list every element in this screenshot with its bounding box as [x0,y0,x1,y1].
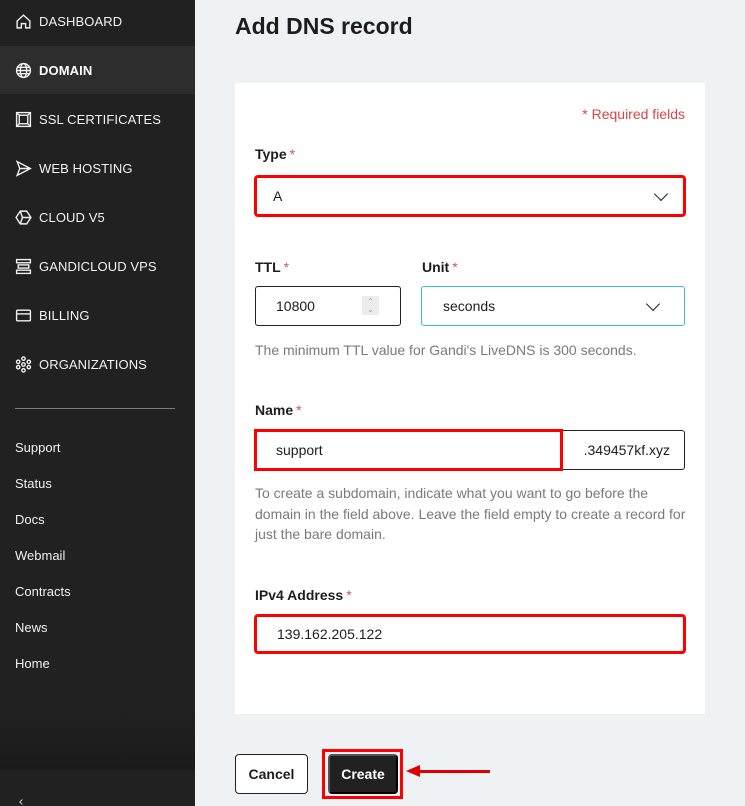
server-stack-icon [15,258,32,275]
sidebar-item-billing[interactable]: BILLING [0,291,195,339]
ipv4-input-value: 139.162.205.122 [277,626,383,642]
ttl-input-value: 10800 [276,298,315,314]
ttl-hint: The minimum TTL value for Gandi's LiveDN… [255,342,637,358]
sidebar-item-label: CLOUD V5 [39,209,105,225]
ttl-label: TTL * [255,259,290,275]
type-select[interactable]: A [254,175,686,217]
name-input[interactable]: support [254,429,563,471]
chevron-down-icon[interactable]: ⌄ [367,305,374,314]
chevron-down-icon [653,186,669,202]
arrow-pointer-line [418,770,490,773]
dns-record-form: * Required fields Type * A TTL * 10800 ⌃ ⌄ … [235,83,705,714]
credit-card-icon [15,307,32,324]
sidebar-item-label: GANDICLOUD VPS [39,258,157,274]
sidebar-item-web-hosting[interactable]: WEB HOSTING [0,144,195,192]
paper-plane-icon [15,159,32,177]
organization-icon [15,355,32,373]
type-select-value: A [273,188,283,204]
name-label: Name * [255,402,302,418]
chevron-down-icon [645,296,661,312]
sidebar-divider [15,408,175,409]
name-field-group: support .349457kf.xyz [254,429,685,471]
sidebar-footer-fade [0,710,195,770]
sidebar-item-label: DASHBOARD [39,13,123,29]
sidebar-link-news[interactable]: News [15,620,48,635]
page-title: Add DNS record [235,13,413,39]
sidebar-item-gandicloud-vps[interactable]: GANDICLOUD VPS [0,242,195,290]
ttl-stepper[interactable]: ⌃ ⌄ [362,296,379,315]
sidebar-item-label: ORGANIZATIONS [39,356,147,372]
cancel-button[interactable]: Cancel [235,754,308,794]
sidebar-item-organizations[interactable]: ORGANIZATIONS [0,340,195,388]
sidebar-item-label: DOMAIN [39,62,93,78]
ipv4-label: IPv4 Address * [255,587,352,603]
domain-suffix: .349457kf.xyz [583,442,670,458]
unit-select[interactable]: seconds [421,286,685,326]
sidebar-link-support[interactable]: Support [15,440,61,455]
sidebar-item-cloud-v5[interactable]: CLOUD V5 [0,193,195,241]
type-label: Type * [255,146,296,162]
sidebar-link-docs[interactable]: Docs [15,512,45,527]
required-fields-note: * Required fields [582,106,685,122]
name-input-value: support [276,442,323,458]
unit-select-value: seconds [443,298,496,314]
sidebar-item-label: WEB HOSTING [39,160,133,176]
ipv4-input[interactable]: 139.162.205.122 [254,614,686,654]
sidebar-item-label: SSL CERTIFICATES [39,111,161,127]
sidebar-item-ssl-certificates[interactable]: SSL CERTIFICATES [0,95,195,143]
sidebar-item-domain[interactable]: DOMAIN [0,46,195,94]
ttl-input[interactable]: 10800 ⌃ ⌄ [255,286,401,326]
sidebar-link-status[interactable]: Status [15,476,52,491]
sidebar-link-home[interactable]: Home [15,656,50,671]
name-hint: To create a subdomain, indicate what you… [255,485,686,542]
sidebar-item-label: BILLING [39,307,90,323]
sidebar-link-contracts[interactable]: Contracts [15,584,71,599]
create-button[interactable]: Create [328,754,398,794]
sidebar-link-webmail[interactable]: Webmail [15,548,65,563]
certificate-icon [15,111,32,128]
home-icon [15,13,32,30]
collapse-sidebar-icon[interactable] [19,799,25,805]
unit-label: Unit * [422,259,458,275]
globe-icon [15,62,32,79]
cube-icon [15,209,32,226]
sidebar-item-dashboard[interactable]: DASHBOARD [0,0,195,45]
sidebar: DASHBOARD DOMAIN SSL CERTIFICATES WEB HO… [0,0,195,806]
